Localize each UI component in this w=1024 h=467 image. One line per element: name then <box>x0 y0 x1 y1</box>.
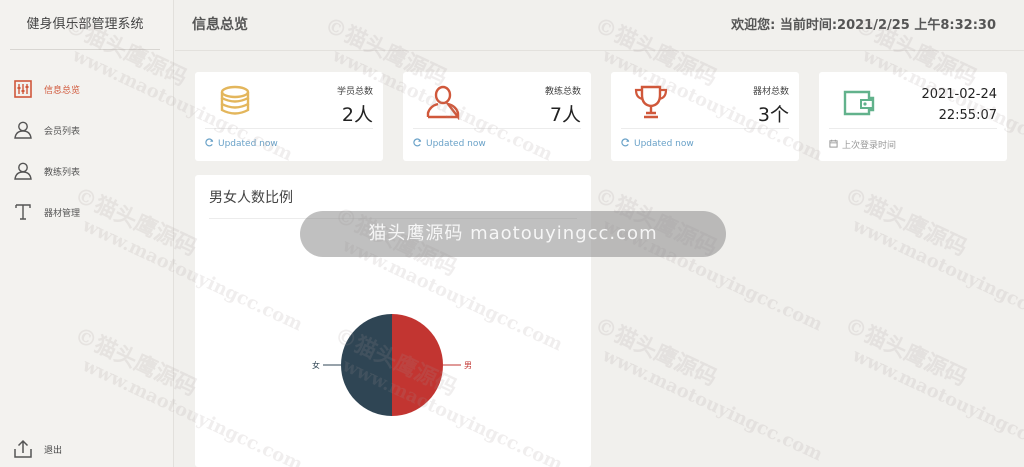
sidebar-item-coaches[interactable]: 教练列表 <box>0 151 174 191</box>
card-footer: Updated now <box>413 138 486 150</box>
card-title: 学员总数 <box>336 87 373 97</box>
refresh-icon <box>205 138 214 150</box>
brand-title: 健身俱乐部管理系统 <box>10 0 160 50</box>
refresh-icon <box>621 138 630 150</box>
app-root: 健身俱乐部管理系统 信息总览 会员列表 教练列表 器材管理 退出 信息总览 欢迎… <box>0 0 1024 467</box>
header-divider <box>175 50 1024 51</box>
card-title: 教练总数 <box>544 87 581 97</box>
refresh-icon <box>413 138 422 150</box>
sidebar-item-members[interactable]: 会员列表 <box>0 110 174 150</box>
pie-slice-1[interactable] <box>341 314 392 416</box>
dashboard-icon <box>12 78 34 100</box>
last-login-datetime: 2021-02-24 22:55:07 <box>921 84 997 126</box>
coins-icon <box>217 84 253 120</box>
stat-card-equipment: 器材总数 3个 Updated now <box>611 72 799 161</box>
card-footer-text: Updated now <box>426 139 486 149</box>
sidebar-item-overview[interactable]: 信息总览 <box>0 69 174 109</box>
pie-label-0: 男 <box>464 361 472 370</box>
card-divider <box>205 128 373 129</box>
card-footer: Updated now <box>205 138 278 150</box>
card-footer: 上次登录时间 <box>829 138 896 151</box>
watermark-overlay: 猫头鹰源码 maotouyingcc.com <box>300 211 726 257</box>
person-icon <box>425 84 461 121</box>
logout-label: 退出 <box>44 445 63 456</box>
card-footer: Updated now <box>621 138 694 150</box>
watermark: ©猫头鹰源码www.maotouyingcc.com <box>840 312 1024 466</box>
stat-card-coaches: 教练总数 7人 Updated now <box>403 72 591 161</box>
sidebar-item-label: 会员列表 <box>44 126 81 137</box>
calendar-icon <box>829 139 838 151</box>
pie-label-1: 女 <box>312 360 320 370</box>
card-divider <box>621 128 789 129</box>
sidebar: 健身俱乐部管理系统 信息总览 会员列表 教练列表 器材管理 退出 <box>0 0 174 467</box>
trophy-icon <box>633 84 669 120</box>
watermark: ©猫头鹰源码www.maotouyingcc.com <box>840 182 1024 336</box>
card-footer-text: Updated now <box>634 139 694 149</box>
welcome-time: 欢迎您: 当前时间:2021/2/25 上午8:32:30 <box>731 18 996 33</box>
last-login-date: 2021-02-24 <box>921 87 997 102</box>
card-divider <box>413 128 581 129</box>
card-value: 3个 <box>757 104 789 126</box>
card-footer-text: Updated now <box>218 139 278 149</box>
card-value: 7人 <box>549 104 581 126</box>
user-icon <box>12 119 34 141</box>
sidebar-item-label: 教练列表 <box>44 167 81 178</box>
stat-card-last-login: 2021-02-24 22:55:07 上次登录时间 <box>819 72 1007 161</box>
pie-slice-0[interactable] <box>392 314 443 416</box>
watermark: ©猫头鹰源码www.maotouyingcc.com <box>590 312 826 466</box>
sidebar-item-equipment[interactable]: 器材管理 <box>0 192 174 232</box>
card-title: 器材总数 <box>752 87 789 97</box>
logout-button[interactable]: 退出 <box>0 434 174 464</box>
page-title: 信息总览 <box>192 17 248 33</box>
text-icon <box>12 201 34 223</box>
card-value: 2人 <box>341 104 373 126</box>
logout-icon <box>12 438 34 460</box>
card-footer-text: 上次登录时间 <box>842 141 897 151</box>
sidebar-item-label: 器材管理 <box>44 208 81 219</box>
stat-card-students: 学员总数 2人 Updated now <box>195 72 383 161</box>
sidebar-item-label: 信息总览 <box>44 85 81 96</box>
wallet-icon <box>841 84 877 120</box>
user-icon <box>12 160 34 182</box>
last-login-time: 22:55:07 <box>938 108 997 123</box>
card-divider <box>829 128 997 129</box>
